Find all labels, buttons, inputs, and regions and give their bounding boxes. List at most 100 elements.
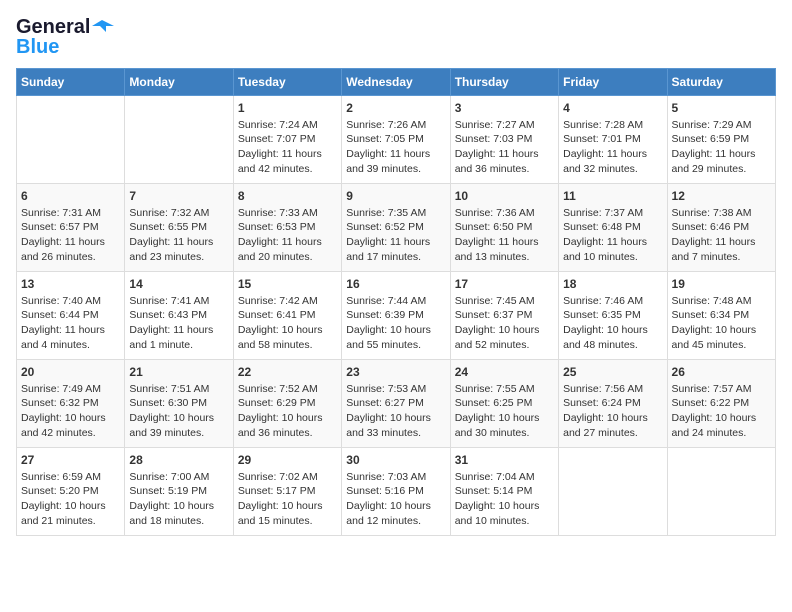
sunset-text: Sunset: 6:59 PM bbox=[672, 132, 771, 147]
daylight-text: Daylight: 11 hours and 20 minutes. bbox=[238, 235, 337, 264]
sunrise-text: Sunrise: 7:26 AM bbox=[346, 118, 445, 133]
day-number: 6 bbox=[21, 188, 120, 205]
day-header-tuesday: Tuesday bbox=[233, 69, 341, 96]
day-number: 27 bbox=[21, 452, 120, 469]
calendar-cell: 29Sunrise: 7:02 AMSunset: 5:17 PMDayligh… bbox=[233, 448, 341, 536]
day-number: 25 bbox=[563, 364, 662, 381]
sunrise-text: Sunrise: 7:56 AM bbox=[563, 382, 662, 397]
sunset-text: Sunset: 5:19 PM bbox=[129, 484, 228, 499]
calendar-cell: 13Sunrise: 7:40 AMSunset: 6:44 PMDayligh… bbox=[17, 272, 125, 360]
sunset-text: Sunset: 6:30 PM bbox=[129, 396, 228, 411]
sunset-text: Sunset: 7:03 PM bbox=[455, 132, 554, 147]
day-header-wednesday: Wednesday bbox=[342, 69, 450, 96]
sunset-text: Sunset: 6:53 PM bbox=[238, 220, 337, 235]
day-header-sunday: Sunday bbox=[17, 69, 125, 96]
daylight-text: Daylight: 11 hours and 7 minutes. bbox=[672, 235, 771, 264]
sunrise-text: Sunrise: 7:04 AM bbox=[455, 470, 554, 485]
daylight-text: Daylight: 10 hours and 55 minutes. bbox=[346, 323, 445, 352]
page-header: General Blue bbox=[16, 16, 776, 58]
calendar-cell bbox=[17, 96, 125, 184]
daylight-text: Daylight: 10 hours and 10 minutes. bbox=[455, 499, 554, 528]
daylight-text: Daylight: 11 hours and 10 minutes. bbox=[563, 235, 662, 264]
calendar-cell: 5Sunrise: 7:29 AMSunset: 6:59 PMDaylight… bbox=[667, 96, 775, 184]
day-number: 4 bbox=[563, 100, 662, 117]
day-number: 2 bbox=[346, 100, 445, 117]
daylight-text: Daylight: 10 hours and 42 minutes. bbox=[21, 411, 120, 440]
calendar-cell: 3Sunrise: 7:27 AMSunset: 7:03 PMDaylight… bbox=[450, 96, 558, 184]
calendar-cell: 30Sunrise: 7:03 AMSunset: 5:16 PMDayligh… bbox=[342, 448, 450, 536]
day-header-monday: Monday bbox=[125, 69, 233, 96]
calendar-cell: 18Sunrise: 7:46 AMSunset: 6:35 PMDayligh… bbox=[559, 272, 667, 360]
daylight-text: Daylight: 11 hours and 26 minutes. bbox=[21, 235, 120, 264]
sunrise-text: Sunrise: 7:29 AM bbox=[672, 118, 771, 133]
sunset-text: Sunset: 6:24 PM bbox=[563, 396, 662, 411]
sunrise-text: Sunrise: 7:53 AM bbox=[346, 382, 445, 397]
sunset-text: Sunset: 6:48 PM bbox=[563, 220, 662, 235]
daylight-text: Daylight: 10 hours and 52 minutes. bbox=[455, 323, 554, 352]
day-number: 7 bbox=[129, 188, 228, 205]
calendar-cell: 12Sunrise: 7:38 AMSunset: 6:46 PMDayligh… bbox=[667, 184, 775, 272]
calendar-cell: 11Sunrise: 7:37 AMSunset: 6:48 PMDayligh… bbox=[559, 184, 667, 272]
logo-general: General bbox=[16, 16, 90, 38]
sunrise-text: Sunrise: 7:24 AM bbox=[238, 118, 337, 133]
day-number: 16 bbox=[346, 276, 445, 293]
week-row-5: 27Sunrise: 6:59 AMSunset: 5:20 PMDayligh… bbox=[17, 448, 776, 536]
day-number: 24 bbox=[455, 364, 554, 381]
sunrise-text: Sunrise: 7:37 AM bbox=[563, 206, 662, 221]
daylight-text: Daylight: 11 hours and 13 minutes. bbox=[455, 235, 554, 264]
sunrise-text: Sunrise: 7:41 AM bbox=[129, 294, 228, 309]
calendar-cell: 9Sunrise: 7:35 AMSunset: 6:52 PMDaylight… bbox=[342, 184, 450, 272]
sunset-text: Sunset: 6:35 PM bbox=[563, 308, 662, 323]
daylight-text: Daylight: 10 hours and 48 minutes. bbox=[563, 323, 662, 352]
daylight-text: Daylight: 10 hours and 15 minutes. bbox=[238, 499, 337, 528]
sunset-text: Sunset: 6:39 PM bbox=[346, 308, 445, 323]
daylight-text: Daylight: 10 hours and 21 minutes. bbox=[21, 499, 120, 528]
daylight-text: Daylight: 11 hours and 42 minutes. bbox=[238, 147, 337, 176]
logo: General Blue bbox=[16, 16, 114, 58]
calendar-cell: 28Sunrise: 7:00 AMSunset: 5:19 PMDayligh… bbox=[125, 448, 233, 536]
calendar-cell: 2Sunrise: 7:26 AMSunset: 7:05 PMDaylight… bbox=[342, 96, 450, 184]
day-number: 12 bbox=[672, 188, 771, 205]
daylight-text: Daylight: 11 hours and 36 minutes. bbox=[455, 147, 554, 176]
sunrise-text: Sunrise: 7:31 AM bbox=[21, 206, 120, 221]
daylight-text: Daylight: 11 hours and 23 minutes. bbox=[129, 235, 228, 264]
calendar-cell: 23Sunrise: 7:53 AMSunset: 6:27 PMDayligh… bbox=[342, 360, 450, 448]
calendar-cell: 6Sunrise: 7:31 AMSunset: 6:57 PMDaylight… bbox=[17, 184, 125, 272]
sunrise-text: Sunrise: 7:35 AM bbox=[346, 206, 445, 221]
sunset-text: Sunset: 5:14 PM bbox=[455, 484, 554, 499]
calendar-table: SundayMondayTuesdayWednesdayThursdayFrid… bbox=[16, 68, 776, 536]
day-number: 21 bbox=[129, 364, 228, 381]
day-number: 30 bbox=[346, 452, 445, 469]
sunset-text: Sunset: 7:01 PM bbox=[563, 132, 662, 147]
daylight-text: Daylight: 11 hours and 39 minutes. bbox=[346, 147, 445, 176]
day-number: 1 bbox=[238, 100, 337, 117]
day-number: 20 bbox=[21, 364, 120, 381]
day-number: 19 bbox=[672, 276, 771, 293]
sunset-text: Sunset: 5:20 PM bbox=[21, 484, 120, 499]
sunset-text: Sunset: 6:57 PM bbox=[21, 220, 120, 235]
sunrise-text: Sunrise: 7:38 AM bbox=[672, 206, 771, 221]
daylight-text: Daylight: 11 hours and 1 minute. bbox=[129, 323, 228, 352]
calendar-cell: 24Sunrise: 7:55 AMSunset: 6:25 PMDayligh… bbox=[450, 360, 558, 448]
week-row-4: 20Sunrise: 7:49 AMSunset: 6:32 PMDayligh… bbox=[17, 360, 776, 448]
day-number: 10 bbox=[455, 188, 554, 205]
sunset-text: Sunset: 6:44 PM bbox=[21, 308, 120, 323]
sunrise-text: Sunrise: 7:45 AM bbox=[455, 294, 554, 309]
sunrise-text: Sunrise: 7:57 AM bbox=[672, 382, 771, 397]
daylight-text: Daylight: 10 hours and 12 minutes. bbox=[346, 499, 445, 528]
sunrise-text: Sunrise: 7:00 AM bbox=[129, 470, 228, 485]
sunrise-text: Sunrise: 7:42 AM bbox=[238, 294, 337, 309]
calendar-cell bbox=[559, 448, 667, 536]
calendar-cell: 7Sunrise: 7:32 AMSunset: 6:55 PMDaylight… bbox=[125, 184, 233, 272]
daylight-text: Daylight: 10 hours and 18 minutes. bbox=[129, 499, 228, 528]
calendar-cell: 16Sunrise: 7:44 AMSunset: 6:39 PMDayligh… bbox=[342, 272, 450, 360]
sunrise-text: Sunrise: 7:32 AM bbox=[129, 206, 228, 221]
sunrise-text: Sunrise: 7:02 AM bbox=[238, 470, 337, 485]
sunset-text: Sunset: 6:32 PM bbox=[21, 396, 120, 411]
sunset-text: Sunset: 6:29 PM bbox=[238, 396, 337, 411]
calendar-cell: 22Sunrise: 7:52 AMSunset: 6:29 PMDayligh… bbox=[233, 360, 341, 448]
sunrise-text: Sunrise: 6:59 AM bbox=[21, 470, 120, 485]
sunrise-text: Sunrise: 7:40 AM bbox=[21, 294, 120, 309]
daylight-text: Daylight: 11 hours and 29 minutes. bbox=[672, 147, 771, 176]
day-number: 17 bbox=[455, 276, 554, 293]
